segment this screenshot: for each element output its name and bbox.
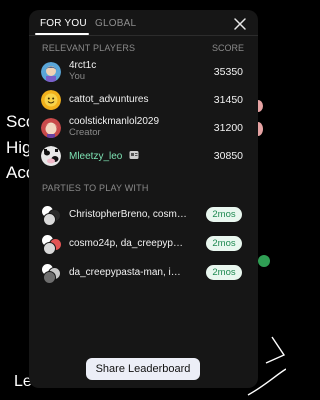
profile-card-icon (129, 151, 139, 159)
share-leaderboard-button[interactable]: Share Leaderboard (86, 358, 200, 380)
cow-avatar (41, 146, 61, 166)
party-age-badge: 2mos (206, 265, 242, 280)
party-member-names: ChristopherBreno, cosm… (69, 209, 187, 220)
parties-heading: PARTIES TO PLAY WITH (42, 183, 149, 193)
party-age-badge: 2mos (206, 207, 242, 222)
party-member-avatar (43, 242, 56, 255)
tab-bar: FOR YOU GLOBAL (29, 10, 258, 36)
player-row[interactable]: Mleetzy_leo 30850 (29, 142, 258, 170)
tab-divider (29, 35, 258, 36)
score-column-heading: SCORE (211, 43, 244, 53)
player-name: coolstickmanlol2029 (69, 116, 160, 127)
player-row[interactable]: coolstickmanlol2029 Creator 31200 (29, 114, 258, 142)
character-avatar (41, 62, 61, 82)
tab-global[interactable]: GLOBAL (95, 18, 136, 29)
party-row[interactable]: cosmo24p, da_creepyp… 2mos (29, 232, 258, 256)
party-member-avatar (43, 271, 56, 284)
party-member-names: da_creepypasta-man, i… (69, 267, 181, 278)
player-score: 30850 (213, 150, 243, 162)
party-member-names: cosmo24p, da_creepyp… (69, 238, 183, 249)
player-name: cattot_advuntures (69, 94, 149, 105)
background-green-dot (258, 255, 270, 267)
player-row[interactable]: cattot_advuntures 31450 (29, 86, 258, 114)
smiley-avatar (41, 90, 61, 110)
player-score: 31200 (213, 122, 243, 134)
leaderboard-panel: FOR YOU GLOBAL RELEVANT PLAYERS SCORE 4r… (29, 10, 258, 388)
anime-avatar (41, 118, 61, 138)
party-member-avatar (43, 213, 56, 226)
player-row[interactable]: 4rct1c You 35350 (29, 58, 258, 86)
party-row[interactable]: ChristopherBreno, cosm… 2mos (29, 203, 258, 227)
party-avatar-group (41, 263, 63, 284)
tab-for-you[interactable]: FOR YOU (40, 18, 87, 29)
player-subtitle: Creator (69, 127, 101, 138)
background-text-high: Hig (6, 138, 32, 157)
player-score: 31450 (213, 94, 243, 106)
party-age-badge: 2mos (206, 236, 242, 251)
player-score: 35350 (213, 66, 243, 78)
player-name: 4rct1c (69, 60, 97, 71)
party-row[interactable]: da_creepypasta-man, i… 2mos (29, 261, 258, 285)
player-name-text: Mleetzy_leo (69, 151, 123, 162)
player-subtitle: You (69, 71, 86, 82)
party-avatar-group (41, 205, 63, 226)
party-avatar-group (41, 234, 63, 255)
relevant-players-heading: RELEVANT PLAYERS (42, 43, 136, 53)
close-icon[interactable] (232, 16, 248, 32)
player-name-highlighted: Mleetzy_leo (69, 150, 139, 162)
